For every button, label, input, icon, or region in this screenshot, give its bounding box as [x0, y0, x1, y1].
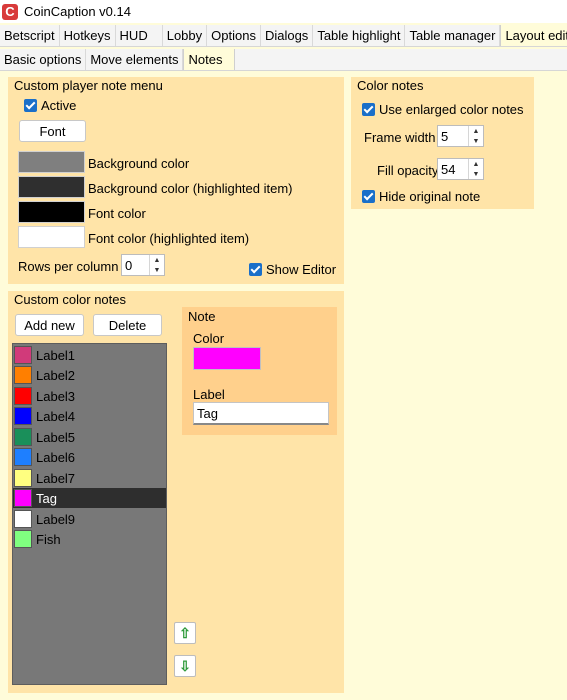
font-color-swatch[interactable]	[18, 201, 85, 223]
fill-opacity-value[interactable]: 54	[438, 159, 468, 179]
note-label-input[interactable]: Tag	[193, 402, 329, 425]
color-swatch	[14, 407, 32, 425]
spin-up-icon[interactable]: ▲	[150, 255, 164, 265]
list-item[interactable]: Label1	[13, 345, 166, 365]
tab-hotkeys[interactable]: Hotkeys	[59, 25, 116, 46]
active-checkbox[interactable]: Active	[24, 98, 76, 113]
list-item-label: Fish	[36, 531, 61, 547]
tab-dialogs[interactable]: Dialogs	[260, 25, 314, 46]
title-bar: C CoinCaption v0.14	[0, 0, 567, 23]
note-color-swatch[interactable]	[193, 347, 261, 370]
use-enlarged-checkbox[interactable]: Use enlarged color notes	[362, 102, 524, 117]
background-highlight-color-swatch[interactable]	[18, 176, 85, 198]
list-item[interactable]: Label2	[13, 365, 166, 385]
tab-move-elements[interactable]: Move elements	[86, 49, 184, 70]
checkbox-checked-icon	[362, 190, 375, 203]
color-swatch	[14, 346, 32, 364]
group-title: Custom color notes	[14, 292, 126, 307]
spin-up-icon[interactable]: ▲	[469, 159, 483, 169]
tab-table-highlight[interactable]: Table highlight	[313, 25, 406, 46]
tab-options[interactable]: Options	[207, 25, 261, 46]
font-color-label: Font color	[88, 206, 146, 221]
rows-per-column-value[interactable]: 0	[122, 255, 149, 275]
tab-notes[interactable]: Notes	[183, 49, 236, 70]
spin-down-icon[interactable]: ▼	[469, 169, 483, 179]
list-item[interactable]: Label6	[13, 447, 166, 467]
tab-hud[interactable]: HUD	[115, 25, 163, 46]
list-item[interactable]: Fish	[13, 529, 166, 549]
hide-original-checkbox[interactable]: Hide original note	[362, 189, 480, 204]
checkbox-checked-icon	[24, 99, 37, 112]
window-title: CoinCaption v0.14	[24, 4, 131, 19]
move-down-button[interactable]: ⇩	[174, 655, 196, 677]
custom-player-note-menu-group: Custom player note menu Active Font Back…	[8, 77, 344, 284]
main-tab-bar: Betscript Hotkeys HUD Lobby Options Dial…	[0, 25, 567, 47]
sub-tab-bar: Basic options Move elements Notes	[0, 49, 567, 71]
list-item[interactable]: Label3	[13, 386, 166, 406]
frame-width-value[interactable]: 5	[438, 126, 468, 146]
spin-down-icon[interactable]: ▼	[150, 265, 164, 275]
tab-table-manager[interactable]: Table manager	[405, 25, 501, 46]
color-notes-list[interactable]: Label1 Label2 Label3 Label4 Label5 Label…	[12, 343, 167, 685]
list-item-label: Label5	[36, 429, 76, 445]
color-notes-group: Color notes Use enlarged color notes Fra…	[351, 77, 534, 209]
color-swatch	[14, 428, 32, 446]
checkbox-checked-icon	[249, 263, 262, 276]
list-item[interactable]: Label7	[13, 468, 166, 488]
rows-per-column-spinner[interactable]: 0 ▲ ▼	[121, 254, 165, 276]
list-item[interactable]: Label5	[13, 427, 166, 447]
list-item-selected[interactable]: Tag	[13, 488, 166, 508]
list-item-label: Tag	[36, 490, 57, 506]
note-editor-panel: Note Color Label Tag	[182, 307, 337, 435]
color-swatch	[14, 510, 32, 528]
note-color-label: Color	[193, 331, 225, 346]
list-item-label: Label7	[36, 470, 76, 486]
background-color-label: Background color	[88, 156, 190, 171]
font-highlight-color-swatch[interactable]	[18, 226, 85, 248]
list-item[interactable]: Label9	[13, 509, 166, 529]
color-swatch	[14, 489, 32, 507]
tab-betscript[interactable]: Betscript	[0, 25, 60, 46]
list-item[interactable]: Label4	[13, 406, 166, 426]
color-swatch	[14, 448, 32, 466]
hide-original-label: Hide original note	[379, 189, 481, 204]
checkbox-checked-icon	[362, 103, 375, 116]
show-editor-label: Show Editor	[266, 262, 337, 277]
delete-button[interactable]: Delete	[93, 314, 162, 336]
active-label: Active	[41, 98, 77, 113]
group-title: Color notes	[357, 78, 424, 93]
spin-up-icon[interactable]: ▲	[469, 126, 483, 136]
app-logo-icon: C	[2, 3, 18, 20]
list-item-label: Label9	[36, 511, 76, 527]
note-label-label: Label	[193, 387, 225, 402]
move-up-button[interactable]: ⇧	[174, 622, 196, 644]
font-button[interactable]: Font	[19, 120, 86, 142]
color-swatch	[14, 387, 32, 405]
list-item-label: Label2	[36, 367, 76, 383]
background-color-swatch[interactable]	[18, 151, 85, 173]
frame-width-spinner[interactable]: 5 ▲ ▼	[437, 125, 484, 147]
frame-width-label: Frame width	[364, 130, 436, 145]
color-swatch	[14, 366, 32, 384]
add-new-button[interactable]: Add new	[15, 314, 84, 336]
rows-per-column-label: Rows per column	[18, 259, 119, 274]
list-item-label: Label1	[36, 347, 76, 363]
list-item-label: Label3	[36, 388, 76, 404]
show-editor-checkbox[interactable]: Show Editor	[249, 262, 336, 277]
background-highlight-color-label: Background color (highlighted item)	[88, 181, 293, 196]
color-swatch	[14, 469, 32, 487]
note-panel-title: Note	[188, 309, 216, 324]
spin-down-icon[interactable]: ▼	[469, 136, 483, 146]
tab-lobby[interactable]: Lobby	[162, 25, 208, 46]
tab-basic-options[interactable]: Basic options	[0, 49, 87, 70]
fill-opacity-label: Fill opacity	[377, 163, 439, 178]
fill-opacity-spinner[interactable]: 54 ▲ ▼	[437, 158, 484, 180]
list-item-label: Label4	[36, 408, 76, 424]
list-item-label: Label6	[36, 449, 76, 465]
color-swatch	[14, 530, 32, 548]
group-title: Custom player note menu	[14, 78, 163, 93]
tab-layout-editor[interactable]: Layout editor	[500, 25, 567, 46]
use-enlarged-label: Use enlarged color notes	[379, 102, 524, 117]
font-highlight-color-label: Font color (highlighted item)	[88, 231, 250, 246]
